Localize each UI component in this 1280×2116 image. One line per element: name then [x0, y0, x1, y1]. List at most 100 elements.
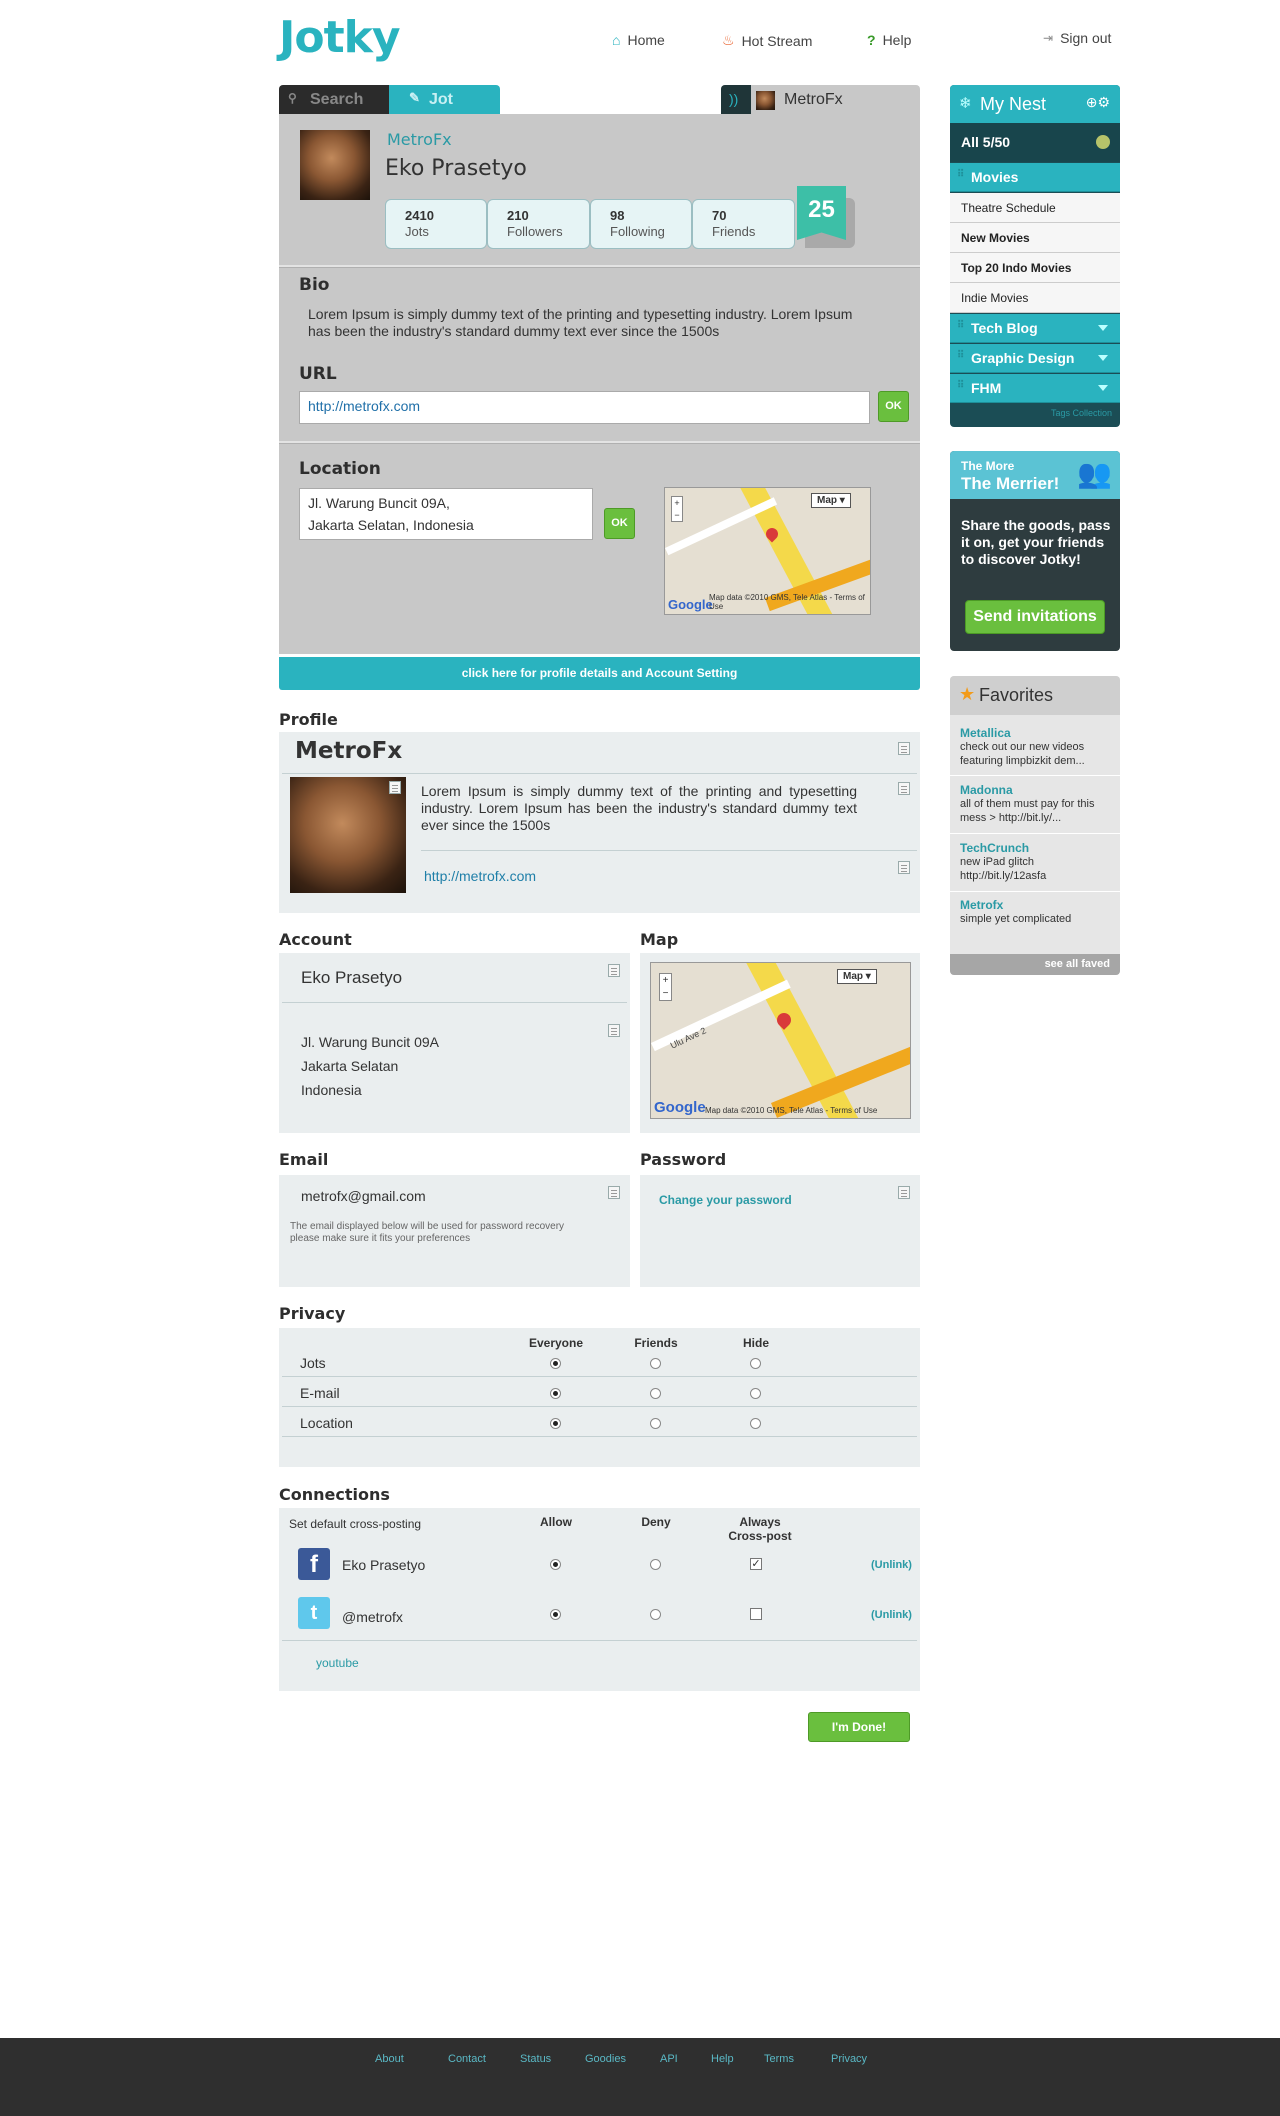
nest-item[interactable]: Indie Movies	[950, 283, 1120, 313]
radio-friends[interactable]	[650, 1388, 661, 1399]
radio-everyone[interactable]	[550, 1418, 561, 1429]
change-password-link[interactable]: Change your password	[659, 1193, 792, 1207]
favorite-name: Metallica	[960, 726, 1011, 740]
url-input[interactable]: http://metrofx.com	[299, 391, 870, 424]
nest-cat-movies[interactable]: ⠿ Movies	[950, 163, 1120, 192]
footer-link-contact[interactable]: Contact	[448, 2053, 486, 2065]
nest-item[interactable]: New Movies	[950, 223, 1120, 253]
nest-cat-tech-blog[interactable]: ⠿ Tech Blog	[950, 314, 1120, 343]
nest-all[interactable]: All 5/50	[950, 123, 1120, 162]
radio-friends[interactable]	[650, 1418, 661, 1429]
map-type-select[interactable]: Map ▾	[811, 493, 851, 508]
checkbox-always-crosspost[interactable]: ✓	[750, 1558, 762, 1570]
footer-link-about[interactable]: About	[375, 2053, 404, 2065]
nav-home[interactable]: ⌂ Home	[612, 32, 665, 48]
privacy-row-label: Jots	[300, 1355, 326, 1371]
profile-name[interactable]: MetroFx	[295, 738, 402, 764]
expand-icon[interactable]	[1098, 355, 1108, 361]
youtube-link[interactable]: youtube	[316, 1656, 359, 1670]
nest-cat-label: Movies	[971, 169, 1019, 185]
tab-search[interactable]: ⚲ Search	[279, 85, 389, 114]
profile-username: MetroFx	[387, 130, 452, 149]
stat-jots[interactable]: 2410 Jots	[385, 199, 487, 249]
nest-item[interactable]: Theatre Schedule	[950, 193, 1120, 223]
footer-link-status[interactable]: Status	[520, 2053, 551, 2065]
location-map[interactable]: Map ▾ + − Google Map data ©2010 GMS, Tele…	[664, 487, 871, 615]
tab-jot[interactable]: ✎ Jot	[389, 85, 500, 114]
see-all-faved-link[interactable]: see all faved	[950, 954, 1120, 975]
drag-handle-icon[interactable]: ⠿	[957, 380, 964, 391]
footer-link-privacy[interactable]: Privacy	[831, 2053, 867, 2065]
favorite-item[interactable]: Metallica check out our new videos featur…	[950, 726, 1120, 768]
nest-cat-graphic-design[interactable]: ⠿ Graphic Design	[950, 344, 1120, 373]
edit-icon[interactable]	[608, 964, 620, 977]
zoom-control[interactable]: + −	[671, 496, 683, 522]
edit-icon[interactable]	[898, 782, 910, 795]
location-ok-button[interactable]: OK	[604, 508, 635, 539]
radio-friends[interactable]	[650, 1358, 661, 1369]
account-name[interactable]: Eko Prasetyo	[301, 968, 402, 988]
done-button[interactable]: I'm Done!	[808, 1712, 910, 1742]
profile-details-bar[interactable]: click here for profile details and Accou…	[279, 657, 920, 690]
url-ok-button[interactable]: OK	[878, 391, 909, 422]
footer-link-help[interactable]: Help	[711, 2053, 734, 2065]
divider	[279, 265, 920, 268]
nav-help[interactable]: ? Help	[867, 32, 911, 48]
favorites-widget	[950, 676, 1120, 975]
profile-bio[interactable]: Lorem Ipsum is simply dummy text of the …	[421, 783, 857, 834]
map-type-select[interactable]: Map ▾	[837, 969, 877, 984]
expand-icon[interactable]	[1098, 325, 1108, 331]
radio-everyone[interactable]	[550, 1358, 561, 1369]
add-settings-icons[interactable]: ⊕⚙	[1086, 94, 1110, 111]
nav-hot-stream[interactable]: ♨ Hot Stream	[722, 32, 812, 49]
favorite-item[interactable]: Metrofx simple yet complicated	[950, 898, 1120, 926]
tab-user[interactable]: )) MetroFx	[721, 85, 920, 114]
tags-collection-link[interactable]: Tags Collection	[950, 408, 1112, 418]
location-input[interactable]: Jl. Warung Buncit 09A, Jakarta Selatan, I…	[299, 488, 593, 540]
email-value[interactable]: metrofx@gmail.com	[301, 1188, 426, 1204]
radio-allow[interactable]	[550, 1609, 561, 1620]
nest-cat-fhm[interactable]: ⠿ FHM	[950, 374, 1120, 403]
divider	[282, 1406, 917, 1407]
stat-followers[interactable]: 210 Followers	[487, 199, 590, 249]
radio-hide[interactable]	[750, 1418, 761, 1429]
footer-link-terms[interactable]: Terms	[764, 2053, 794, 2065]
jotky-logo[interactable]: Jotky	[279, 12, 401, 63]
footer-link-api[interactable]: API	[660, 2053, 678, 2065]
edit-icon[interactable]	[898, 861, 910, 874]
edit-icon[interactable]	[389, 781, 401, 794]
account-address[interactable]: Jl. Warung Buncit 09A Jakarta Selatan Indo…	[301, 1030, 439, 1102]
favorite-item[interactable]: TechCrunch new iPad glitch http://bit.ly/…	[950, 841, 1120, 883]
unlink-twitter[interactable]: (Unlink)	[871, 1609, 912, 1621]
profile-url-link[interactable]: http://metrofx.com	[424, 868, 536, 884]
edit-icon[interactable]	[608, 1024, 620, 1037]
nest-cat-label: Graphic Design	[971, 350, 1075, 366]
footer-link-goodies[interactable]: Goodies	[585, 2053, 626, 2065]
unlink-facebook[interactable]: (Unlink)	[871, 1559, 912, 1571]
drag-handle-icon[interactable]: ⠿	[957, 320, 964, 331]
stat-following[interactable]: 98 Following	[590, 199, 692, 249]
drag-handle-icon[interactable]: ⠿	[957, 169, 964, 180]
stat-friends[interactable]: 70 Friends	[692, 199, 795, 249]
profile-photo[interactable]	[290, 777, 406, 893]
edit-icon[interactable]	[898, 742, 910, 755]
expand-icon[interactable]	[1098, 385, 1108, 391]
radio-deny[interactable]	[650, 1559, 661, 1570]
nest-item[interactable]: Top 20 Indo Movies	[950, 253, 1120, 283]
radio-deny[interactable]	[650, 1609, 661, 1620]
send-invitations-button[interactable]: Send invitations	[965, 600, 1105, 634]
invite-header: The More The Merrier! 👥	[950, 451, 1120, 499]
bio-text[interactable]: Lorem Ipsum is simply dummy text of the …	[308, 306, 868, 340]
radio-allow[interactable]	[550, 1559, 561, 1570]
account-map[interactable]: Map ▾ + − Ulu Ave 2 Google Map data ©2010…	[650, 962, 911, 1119]
radio-everyone[interactable]	[550, 1388, 561, 1399]
drag-handle-icon[interactable]: ⠿	[957, 350, 964, 361]
edit-icon[interactable]	[898, 1186, 910, 1199]
favorite-item[interactable]: Madonna all of them must pay for this mes…	[950, 783, 1120, 825]
checkbox-always-crosspost[interactable]	[750, 1608, 762, 1620]
edit-icon[interactable]	[608, 1186, 620, 1199]
sign-out-link[interactable]: ⇥ Sign out	[1043, 30, 1111, 46]
zoom-control[interactable]: + −	[659, 973, 672, 1001]
radio-hide[interactable]	[750, 1388, 761, 1399]
radio-hide[interactable]	[750, 1358, 761, 1369]
